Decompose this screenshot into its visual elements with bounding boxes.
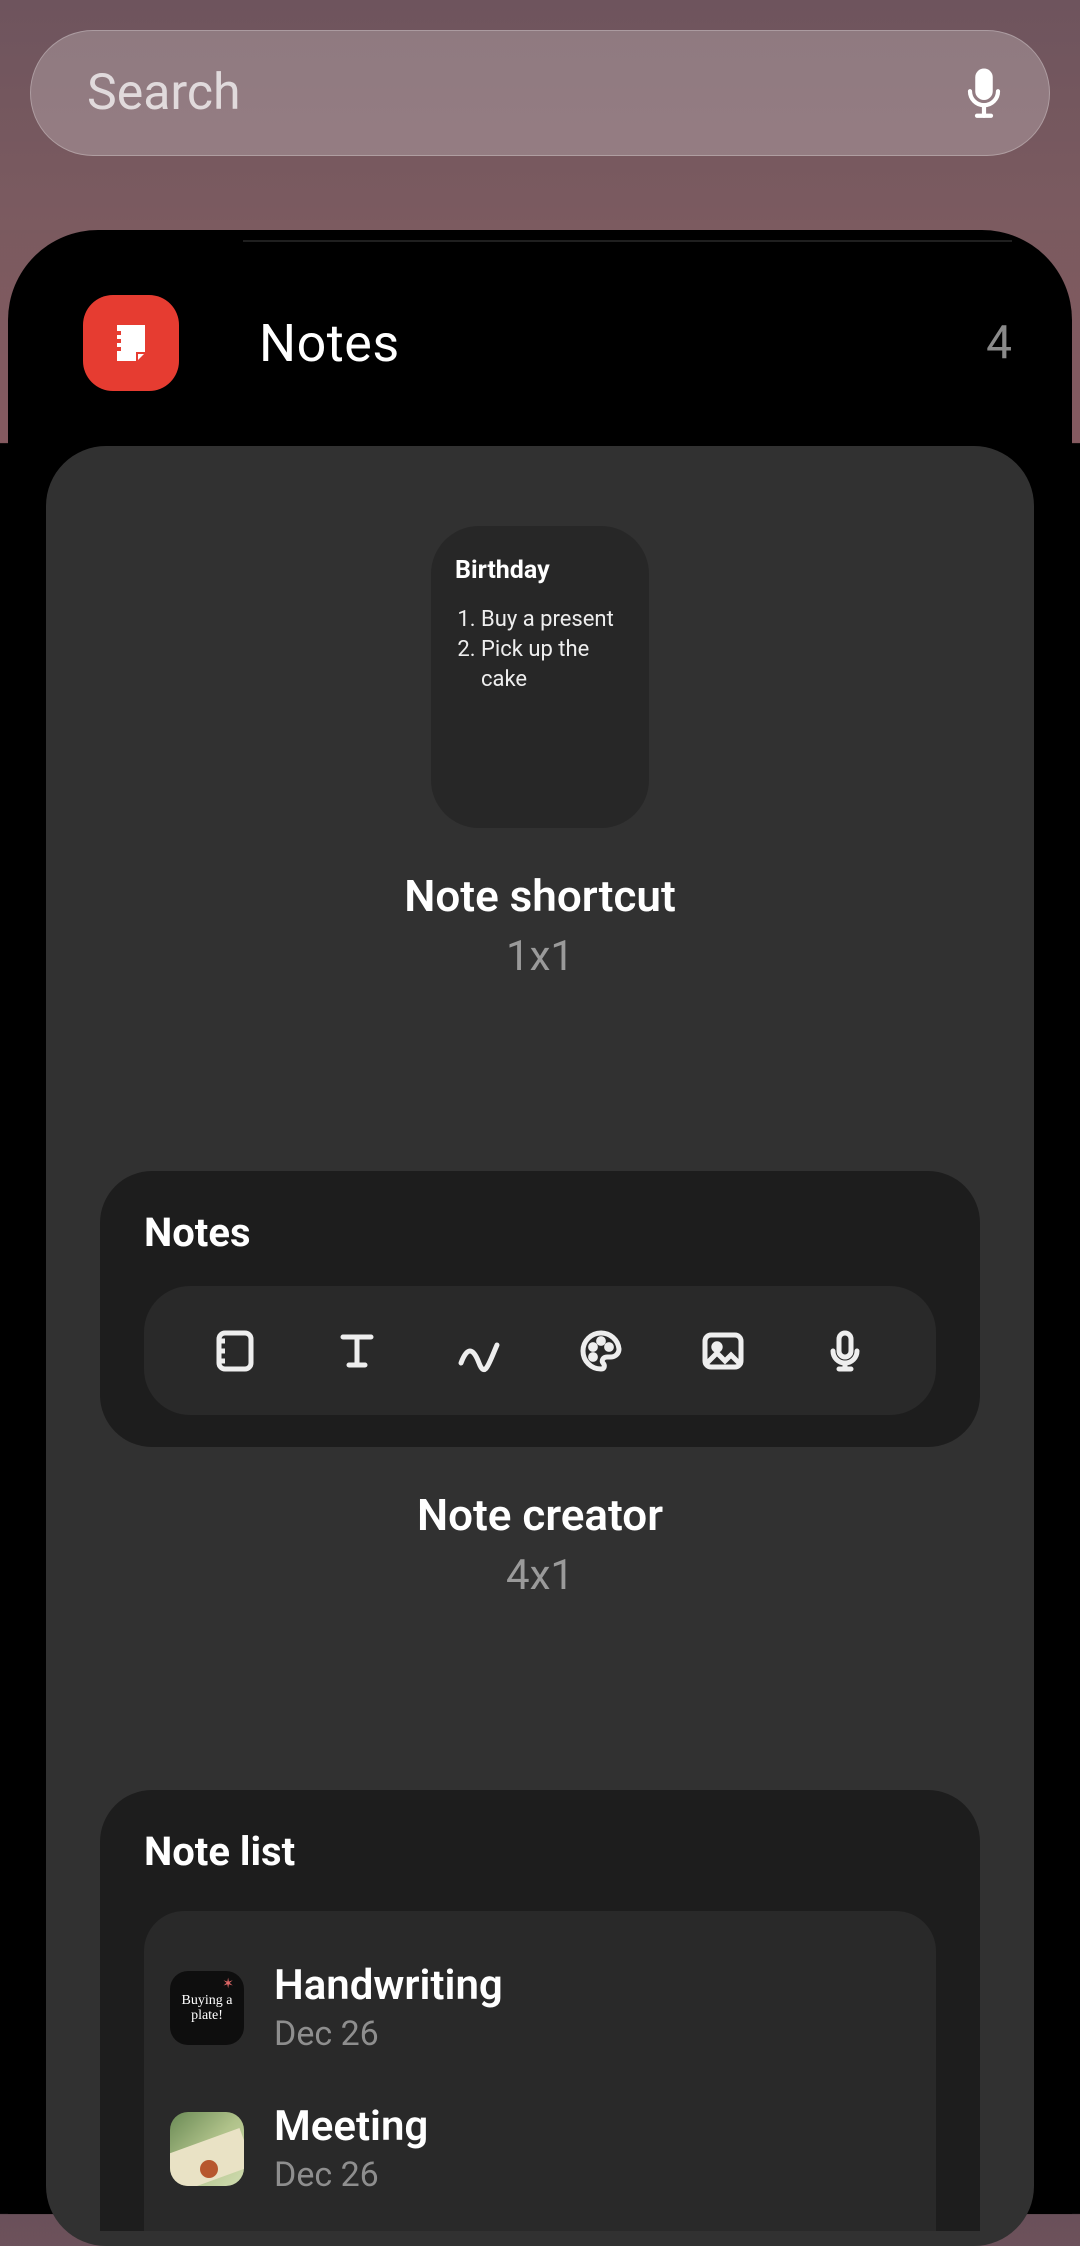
- creator-icon-row: [144, 1286, 936, 1415]
- widget-note-list[interactable]: Note list Buying a plate! Handwriting De…: [100, 1790, 980, 2231]
- search-bar[interactable]: Search: [30, 30, 1050, 156]
- widget-size: 1x1: [506, 932, 574, 981]
- shortcut-note-item: Pick up the cake: [481, 635, 625, 695]
- shortcut-note-item: Buy a present: [481, 605, 625, 635]
- microphone-icon[interactable]: [963, 66, 1005, 120]
- note-thumbnail: [170, 2112, 244, 2186]
- divider: [243, 240, 1012, 242]
- widget-panel: Notes 4 Birthday Buy a present Pick up t…: [8, 230, 1072, 2214]
- search-placeholder: Search: [87, 64, 963, 122]
- note-thumbnail: Buying a plate!: [170, 1971, 244, 2045]
- widget-note-creator[interactable]: Notes: [100, 1171, 980, 1447]
- text-icon[interactable]: [329, 1323, 385, 1379]
- list-title: Note list: [144, 1828, 936, 1875]
- widget-count: 4: [986, 316, 1012, 370]
- note-title: Meeting: [274, 2102, 428, 2151]
- notes-app-icon[interactable]: [83, 295, 179, 391]
- list-item[interactable]: Meeting Dec 26: [170, 2090, 910, 2231]
- widget-size: 4x1: [506, 1551, 574, 1600]
- shortcut-note-title: Birthday: [455, 556, 625, 585]
- widget-name: Note creator: [417, 1489, 663, 1541]
- note-title: Handwriting: [274, 1961, 503, 2010]
- palette-icon[interactable]: [573, 1323, 629, 1379]
- pen-icon[interactable]: [451, 1323, 507, 1379]
- note-date: Dec 26: [274, 2155, 428, 2195]
- app-title: Notes: [259, 313, 400, 374]
- creator-title: Notes: [144, 1209, 936, 1256]
- list-item[interactable]: Buying a plate! Handwriting Dec 26: [170, 1949, 910, 2090]
- mic-icon[interactable]: [817, 1323, 873, 1379]
- widget-name: Note shortcut: [404, 870, 675, 922]
- widget-note-shortcut[interactable]: Birthday Buy a present Pick up the cake: [431, 526, 649, 828]
- note-icon[interactable]: [207, 1323, 263, 1379]
- image-icon[interactable]: [695, 1323, 751, 1379]
- note-date: Dec 26: [274, 2014, 503, 2054]
